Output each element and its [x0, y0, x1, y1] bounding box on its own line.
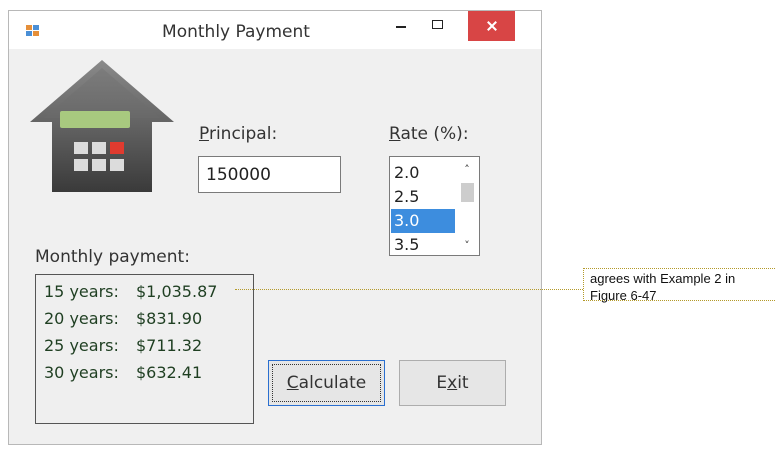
principal-label: Principal:	[199, 124, 278, 144]
payment-row: 15 years: $1,035.87	[44, 282, 218, 301]
payment-row: 30 years: $632.41	[44, 363, 203, 382]
callout-leader-line	[235, 289, 583, 290]
minimize-button[interactable]	[385, 11, 417, 41]
calculate-button[interactable]: Calculate	[268, 360, 385, 406]
title-bar[interactable]: Monthly Payment	[9, 11, 541, 49]
close-button[interactable]	[468, 11, 515, 41]
rate-scrollbar[interactable]: ˄ ˅	[455, 157, 479, 255]
focus-rectangle	[272, 364, 381, 402]
house-calculator-icon	[30, 60, 174, 192]
rate-option-selected[interactable]: 3.0	[391, 209, 455, 233]
scroll-up-icon[interactable]: ˄	[455, 161, 479, 179]
rate-option[interactable]: 2.5	[391, 185, 455, 209]
rate-label: Rate (%):	[389, 124, 469, 144]
window-title: Monthly Payment	[162, 22, 310, 42]
rate-option[interactable]: 3.5	[391, 233, 455, 255]
scroll-thumb[interactable]	[461, 183, 474, 202]
payment-row: 20 years: $831.90	[44, 309, 203, 328]
exit-button[interactable]: Exit	[399, 360, 506, 406]
annotation-callout: agrees with Example 2 in Figure 6-47	[583, 268, 775, 303]
maximize-button[interactable]	[422, 11, 454, 41]
principal-input[interactable]	[198, 156, 341, 193]
payment-row: 25 years: $711.32	[44, 336, 203, 355]
rate-option[interactable]: 2.0	[391, 161, 455, 185]
scroll-down-icon[interactable]: ˅	[455, 237, 479, 255]
rate-listbox[interactable]: 2.0 2.5 3.0 3.5 ˄ ˅	[389, 156, 480, 256]
monthly-payment-label: Monthly payment:	[35, 247, 190, 267]
monthly-payment-output: 15 years: $1,035.87 20 years: $831.90 25 y…	[35, 274, 254, 424]
